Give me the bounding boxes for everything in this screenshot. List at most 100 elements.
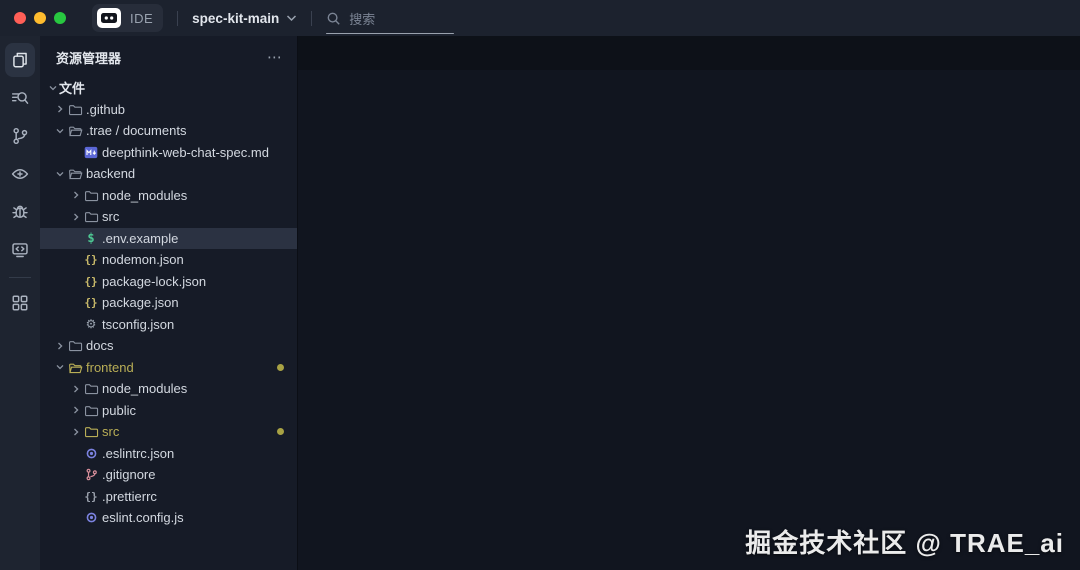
remote-window-icon — [11, 241, 29, 259]
tree-item-label: .gitignore — [102, 467, 156, 483]
activity-bar-divider — [9, 277, 31, 278]
app-badge: IDE — [92, 4, 164, 32]
tree-item-eslint.config.js[interactable]: eslint.config.js — [40, 507, 297, 529]
folder-icon — [66, 339, 84, 352]
activity-item-files-icon[interactable] — [5, 43, 35, 77]
app-label: IDE — [130, 10, 154, 26]
tree-item-deepthink-web-chat-spec.md[interactable]: deepthink-web-chat-spec.md — [40, 142, 297, 164]
env-icon: $ — [87, 231, 95, 246]
tree-item-label: package.json — [102, 295, 179, 311]
tree-item-package.json[interactable]: {} package.json — [40, 292, 297, 314]
tree-item-node_modules[interactable]: node_modules — [40, 185, 297, 207]
eslint-icon — [82, 511, 100, 524]
titlebar-divider — [311, 10, 313, 26]
tree-item-src[interactable]: src — [40, 206, 297, 228]
folder-open-icon — [66, 167, 84, 180]
chevron-right-icon — [53, 341, 66, 351]
activity-item-source-control-icon[interactable] — [3, 117, 37, 155]
tab-bar — [298, 36, 1080, 70]
tree-item-.github[interactable]: .github — [40, 99, 297, 121]
tree-item-label: .env.example — [102, 230, 179, 246]
eye-icon — [11, 165, 29, 183]
folder-icon — [82, 404, 100, 417]
search-input[interactable]: 搜索 — [326, 0, 458, 36]
activity-item-eye-icon[interactable] — [3, 155, 37, 193]
tree-item-src[interactable]: src — [40, 421, 297, 443]
gear-icon: ⚙ — [85, 317, 97, 332]
tree-item-label: eslint.config.js — [102, 510, 184, 526]
tree-item-label: .eslintrc.json — [102, 445, 175, 461]
folder-icon — [82, 382, 100, 395]
tree-item-public[interactable]: public — [40, 400, 297, 422]
tree-item-tsconfig.json[interactable]: ⚙ tsconfig.json — [40, 314, 297, 336]
zoom-window-button[interactable] — [54, 12, 66, 24]
tree-section-文件[interactable]: 文件 — [40, 77, 297, 99]
tree-item-label: .trae / documents — [86, 123, 187, 139]
tree-item-.prettierrc[interactable]: {} .prettierrc — [40, 486, 297, 508]
activity-item-remote-window-icon[interactable] — [3, 231, 37, 269]
project-name: spec-kit-main — [192, 10, 280, 26]
chevron-down-icon — [46, 83, 59, 93]
folder-open-icon — [66, 124, 84, 137]
file-tree: 文件 .github .trae / documents deepthink-web-… — [40, 77, 297, 570]
debug-icon — [11, 203, 29, 221]
chevron-right-icon — [53, 104, 66, 114]
eslint-icon — [82, 447, 100, 460]
minimize-window-button[interactable] — [34, 12, 46, 24]
tree-item-label: frontend — [86, 359, 134, 375]
tree-item-label: src — [102, 209, 120, 225]
activity-item-debug-icon[interactable] — [3, 193, 37, 231]
chevron-right-icon — [69, 405, 82, 415]
tree-item-backend[interactable]: backend — [40, 163, 297, 185]
folder-icon — [66, 103, 84, 116]
tree-item-label: src — [102, 424, 120, 440]
chevron-down-icon — [53, 169, 66, 179]
editor-group — [298, 36, 1080, 570]
activity-bar — [0, 36, 40, 570]
tree-item-nodemon.json[interactable]: {} nodemon.json — [40, 249, 297, 271]
folder-icon — [82, 189, 100, 202]
explorer-sidebar: 资源管理器 ⋯ 文件 .github .trae / documents deepth… — [40, 36, 298, 570]
window-controls — [0, 12, 82, 24]
sidebar-title: 资源管理器 — [56, 51, 122, 66]
tree-item-label: docs — [86, 338, 114, 354]
tree-item-.eslintrc.json[interactable]: .eslintrc.json — [40, 443, 297, 465]
tree-item-package-lock.json[interactable]: {} package-lock.json — [40, 271, 297, 293]
tree-item-label: .github — [86, 101, 126, 117]
git-modified-dot — [277, 363, 284, 371]
braces-icon: {} — [84, 274, 98, 288]
chevron-right-icon — [69, 384, 82, 394]
source-control-icon — [11, 127, 29, 145]
chevron-down-icon — [53, 362, 66, 372]
chevron-down-icon — [53, 126, 66, 136]
code-editor[interactable] — [298, 98, 1080, 570]
extensions-icon — [11, 294, 29, 312]
markdown-icon — [82, 146, 100, 159]
folder-icon — [82, 425, 100, 438]
chevron-right-icon — [69, 427, 82, 437]
chevron-right-icon — [69, 190, 82, 200]
tree-item-label: 文件 — [59, 81, 86, 97]
tree-item-label: nodemon.json — [102, 252, 184, 268]
activity-item-extensions-icon[interactable] — [3, 284, 37, 322]
tree-item-label: deepthink-web-chat-spec.md — [102, 144, 269, 160]
activity-item-search-list-icon[interactable] — [3, 79, 37, 117]
tree-item-docs[interactable]: docs — [40, 335, 297, 357]
tree-item-.env.example[interactable]: $ .env.example — [40, 227, 297, 249]
braces-icon: {} — [84, 296, 98, 310]
tree-item-.gitignore[interactable]: .gitignore — [40, 464, 297, 486]
tree-item-label: backend — [86, 166, 136, 182]
project-switcher[interactable]: spec-kit-main — [192, 11, 297, 26]
tree-item-frontend[interactable]: frontend — [40, 357, 297, 379]
titlebar-divider — [177, 10, 179, 26]
close-window-button[interactable] — [14, 12, 26, 24]
breadcrumb[interactable] — [298, 70, 1080, 98]
git-icon — [82, 468, 100, 481]
braces-icon: {} — [84, 253, 98, 267]
more-actions-icon[interactable]: ⋯ — [267, 50, 283, 65]
tree-item-label: .prettierrc — [102, 488, 157, 504]
tree-item-.trae / documents[interactable]: .trae / documents — [40, 120, 297, 142]
tree-item-node_modules[interactable]: node_modules — [40, 378, 297, 400]
search-list-icon — [11, 89, 29, 107]
folder-icon — [82, 210, 100, 223]
